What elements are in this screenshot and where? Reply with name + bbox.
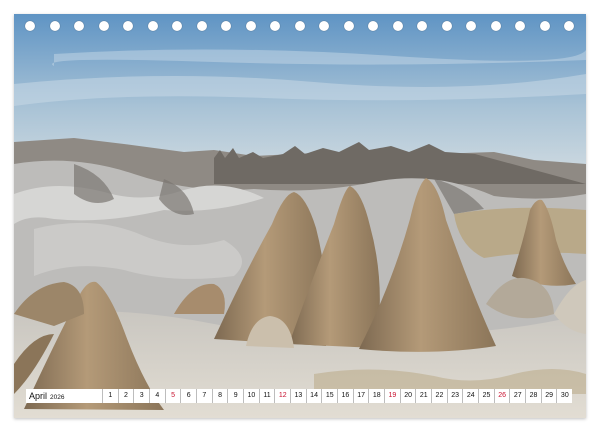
- day-cell: 23: [446, 389, 463, 403]
- day-cell: 7: [196, 389, 212, 403]
- day-cell: 27: [509, 389, 526, 403]
- month-label: April 2026: [26, 389, 102, 403]
- day-cell: 9: [227, 389, 244, 403]
- binding-ring: [270, 21, 280, 31]
- day-cell: 11: [258, 389, 275, 403]
- day-cell: 8: [211, 389, 228, 403]
- binding-rings: [14, 19, 586, 35]
- binding-ring: [319, 21, 329, 31]
- day-cell: 3: [133, 389, 150, 403]
- binding-ring: [172, 21, 182, 31]
- binding-ring: [221, 21, 231, 31]
- day-cell: 16: [337, 389, 353, 403]
- binding-ring: [74, 21, 84, 31]
- day-cell: 1: [102, 389, 118, 403]
- day-cell: 24: [462, 389, 479, 403]
- binding-ring: [49, 21, 60, 31]
- day-cell: 19: [384, 389, 400, 403]
- binding-ring: [417, 21, 427, 31]
- day-cell: 15: [321, 389, 338, 403]
- day-cell: 21: [415, 389, 432, 403]
- binding-ring: [441, 21, 452, 31]
- month-name: April: [29, 391, 48, 401]
- day-cell: 2: [117, 389, 134, 403]
- day-cell: 12: [274, 389, 291, 403]
- binding-ring: [123, 21, 133, 31]
- binding-ring: [147, 21, 158, 31]
- day-cell: 22: [431, 389, 447, 403]
- day-cell: 25: [478, 389, 494, 403]
- binding-ring: [564, 21, 574, 31]
- calendar-strip: April 2026 1 2 3 4 5 6 7 8 9 10 11 12 13 14 15 16 17 18 19 2…: [26, 389, 573, 403]
- day-cell: 13: [290, 389, 306, 403]
- day-cell: 5: [164, 389, 181, 403]
- day-cell: 14: [305, 389, 322, 403]
- day-cell: 28: [525, 389, 541, 403]
- binding-ring: [343, 21, 354, 31]
- binding-ring: [245, 21, 256, 31]
- landscape-photo: [14, 14, 586, 418]
- day-cell: 30: [556, 389, 573, 403]
- binding-ring: [368, 21, 378, 31]
- day-cell: 6: [180, 389, 197, 403]
- binding-ring: [539, 21, 550, 31]
- year-label: 2026: [50, 394, 65, 401]
- day-cell: 4: [149, 389, 165, 403]
- binding-ring: [196, 21, 207, 31]
- day-cell: 18: [368, 389, 385, 403]
- day-cells: 1 2 3 4 5 6 7 8 9 10 11 12 13 14 15 16 17 18 19 20 21 22 23 24 2…: [102, 389, 573, 403]
- binding-ring: [466, 21, 476, 31]
- day-cell: 29: [540, 389, 557, 403]
- day-cell: 10: [243, 389, 259, 403]
- day-cell: 20: [399, 389, 416, 403]
- binding-ring: [25, 21, 35, 31]
- day-cell: 26: [493, 389, 510, 403]
- binding-ring: [392, 21, 403, 31]
- binding-ring: [515, 21, 525, 31]
- binding-ring: [490, 21, 501, 31]
- binding-ring: [98, 21, 109, 31]
- calendar-page: April 2026 1 2 3 4 5 6 7 8 9 10 11 12 13 14 15 16 17 18 19 2…: [14, 14, 586, 418]
- day-cell: 17: [352, 389, 369, 403]
- binding-ring: [294, 21, 305, 31]
